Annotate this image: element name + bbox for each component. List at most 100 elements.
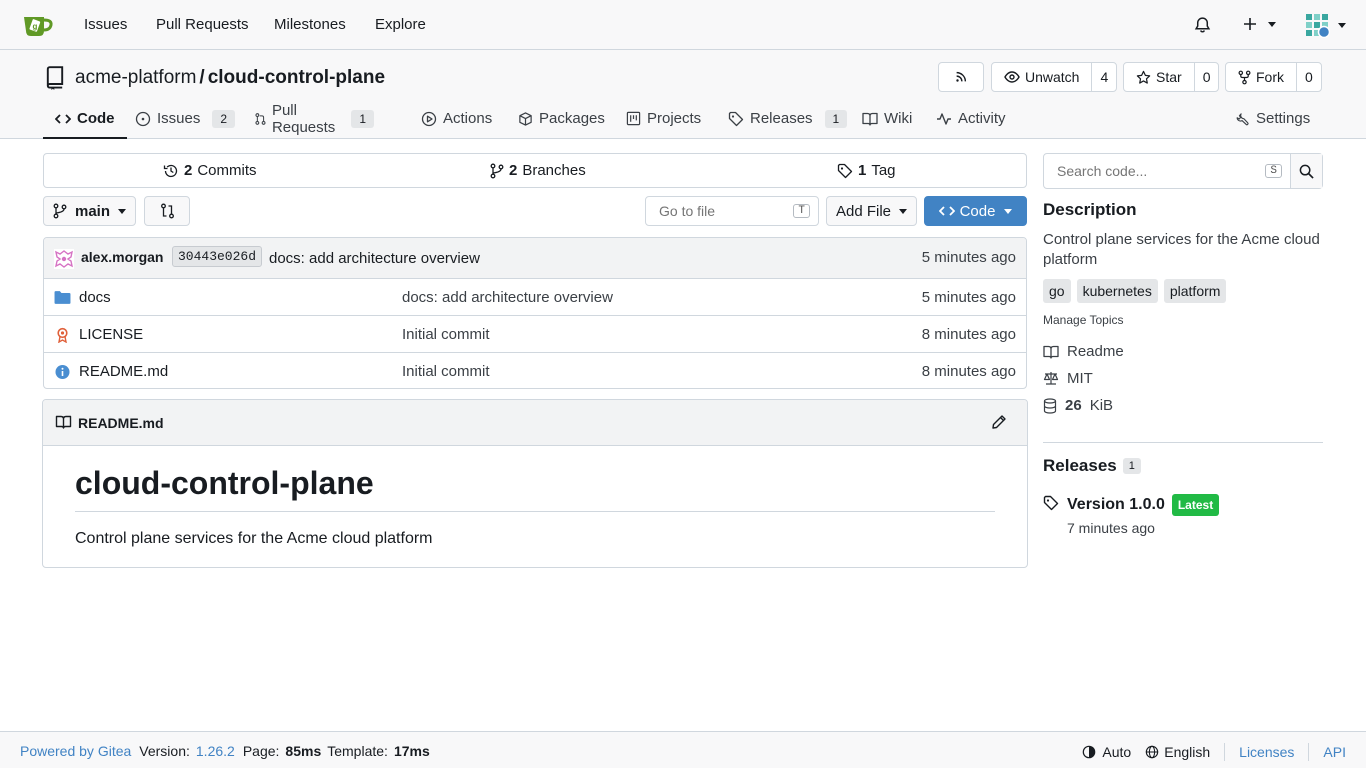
author-avatar[interactable] (54, 249, 74, 269)
fork-button[interactable]: Fork 0 (1225, 62, 1322, 92)
commit-sha[interactable]: 30443e026d (172, 246, 263, 267)
powered-by-link[interactable]: Powered by Gitea (20, 743, 131, 759)
tag-icon (837, 163, 853, 178)
tab-settings[interactable]: Settings (1235, 100, 1310, 139)
topic-tag[interactable]: kubernetes (1076, 279, 1158, 303)
release-name: Version 1.0.0 (1067, 496, 1165, 513)
user-menu[interactable] (1304, 12, 1346, 38)
page-time: 85ms (285, 743, 322, 759)
tab-packages[interactable]: Packages (518, 100, 605, 139)
readme-link[interactable]: Readme (1043, 343, 1124, 360)
globe-icon (1145, 745, 1159, 759)
file-row[interactable]: LICENSE Initial commit 8 minutes ago (44, 316, 1026, 353)
clone-code-dropdown[interactable]: Code (924, 196, 1027, 226)
go-to-file-input[interactable]: T (645, 196, 819, 226)
language-switcher[interactable]: English (1145, 744, 1210, 760)
tags-link[interactable]: 1 Tag (837, 162, 896, 179)
readme-header: README.md (43, 400, 1027, 446)
watch-button[interactable]: Unwatch 4 (991, 62, 1118, 92)
branches-link[interactable]: 2 Branches (490, 162, 586, 179)
search-button[interactable] (1290, 154, 1322, 188)
sidebar-divider (1043, 442, 1323, 443)
repo-description: Control plane services for the Acme clou… (1043, 231, 1320, 268)
readme-divider (75, 511, 995, 512)
repo-owner-link[interactable]: acme-platform (75, 67, 196, 88)
topic-tag[interactable]: go (1043, 279, 1071, 303)
tab-projects-label: Projects (647, 110, 702, 127)
watch-count[interactable]: 4 (1091, 63, 1116, 91)
file-name: LICENSE (79, 326, 144, 343)
file-entry[interactable]: docs (54, 289, 111, 306)
manage-topics-link[interactable]: Manage Topics (1043, 313, 1124, 327)
gitea-logo-icon[interactable]: g (22, 11, 54, 39)
file-commit-message[interactable]: docs: add architecture overview (402, 289, 613, 306)
tab-issues[interactable]: Issues 2 (135, 100, 236, 139)
release-link[interactable]: Version 1.0.0 Latest (1067, 494, 1220, 516)
file-row[interactable]: README.md Initial commit 8 minutes ago (44, 353, 1026, 388)
repo-stats-bar: 2 Commits 2 Branches 1 Tag (43, 153, 1027, 188)
commits-link[interactable]: 2 Commits (163, 162, 257, 179)
theme-label: Auto (1102, 744, 1132, 760)
branch-dropdown[interactable]: main (43, 196, 136, 226)
bell-icon[interactable] (1194, 16, 1211, 34)
tab-code[interactable]: Code (43, 100, 127, 139)
nav-milestones[interactable]: Milestones (274, 16, 346, 33)
size-value: 26 (1065, 397, 1082, 414)
licenses-link[interactable]: Licenses (1239, 744, 1294, 760)
commit-author[interactable]: alex.morgan (81, 249, 163, 265)
add-file-dropdown[interactable]: Add File (826, 196, 917, 226)
tab-activity[interactable]: Activity (936, 100, 1006, 139)
star-button[interactable]: Star 0 (1123, 62, 1220, 92)
fork-count[interactable]: 0 (1296, 63, 1321, 91)
play-icon (421, 111, 437, 126)
compare-button[interactable] (144, 196, 190, 226)
rss-button[interactable] (938, 62, 984, 92)
readme-body: Control plane services for the Acme clou… (75, 530, 433, 547)
file-entry[interactable]: LICENSE (54, 326, 143, 343)
tab-pull-requests[interactable]: Pull Requests 1 (255, 100, 375, 139)
go-to-file-field[interactable] (659, 203, 779, 219)
file-entry[interactable]: README.md (54, 363, 168, 380)
commit-message[interactable]: docs: add architecture overview (269, 250, 480, 267)
tab-wiki[interactable]: Wiki (862, 100, 912, 139)
repo-name-link[interactable]: cloud-control-plane (208, 67, 385, 88)
tab-pulls-label: Pull Requests (271, 101, 336, 136)
template-time: 17ms (393, 743, 430, 759)
code-icon (938, 206, 955, 216)
version-link[interactable]: 1.26.2 (196, 743, 235, 759)
file-row[interactable]: docs docs: add architecture overview 5 m… (44, 279, 1026, 316)
chevron-down-icon (1268, 21, 1276, 27)
tab-releases[interactable]: Releases 1 (728, 100, 848, 139)
tab-actions[interactable]: Actions (421, 100, 492, 139)
repo-header: acme-platform / cloud-control-plane Unwatc… (0, 50, 1366, 139)
pencil-icon[interactable] (991, 414, 1007, 430)
license-link[interactable]: MIT (1043, 370, 1093, 387)
releases-count-badge: 1 (824, 109, 848, 128)
compare-icon (160, 203, 174, 219)
repo-size: 26 KiB (1043, 397, 1113, 414)
nav-issues[interactable]: Issues (84, 16, 127, 33)
tab-projects[interactable]: Projects (626, 100, 701, 139)
api-link[interactable]: API (1323, 744, 1346, 760)
code-search-input[interactable] (1057, 163, 1247, 179)
create-menu[interactable] (1242, 16, 1276, 32)
go-to-file-shortcut: T (793, 204, 810, 218)
language-label: English (1164, 744, 1211, 760)
pulse-icon (937, 112, 951, 125)
version-label: Version: (139, 743, 190, 759)
file-commit-message[interactable]: Initial commit (402, 363, 490, 380)
branch-icon (490, 163, 504, 178)
file-commit-message[interactable]: Initial commit (402, 326, 490, 343)
tags-count: 1 (858, 162, 867, 179)
tab-actions-label: Actions (443, 110, 493, 127)
star-count[interactable]: 0 (1193, 63, 1219, 91)
theme-switcher[interactable]: Auto (1082, 744, 1131, 760)
topic-tag[interactable]: platform (1163, 279, 1227, 303)
releases-heading[interactable]: Releases 1 (1043, 456, 1141, 476)
readme-heading: cloud-control-plane (75, 465, 374, 501)
file-commit-time: 8 minutes ago (921, 326, 1016, 343)
nav-explore[interactable]: Explore (375, 16, 426, 33)
nav-pull-requests[interactable]: Pull Requests (156, 16, 249, 33)
branch-icon (53, 203, 67, 219)
releases-title: Releases (1043, 456, 1117, 475)
